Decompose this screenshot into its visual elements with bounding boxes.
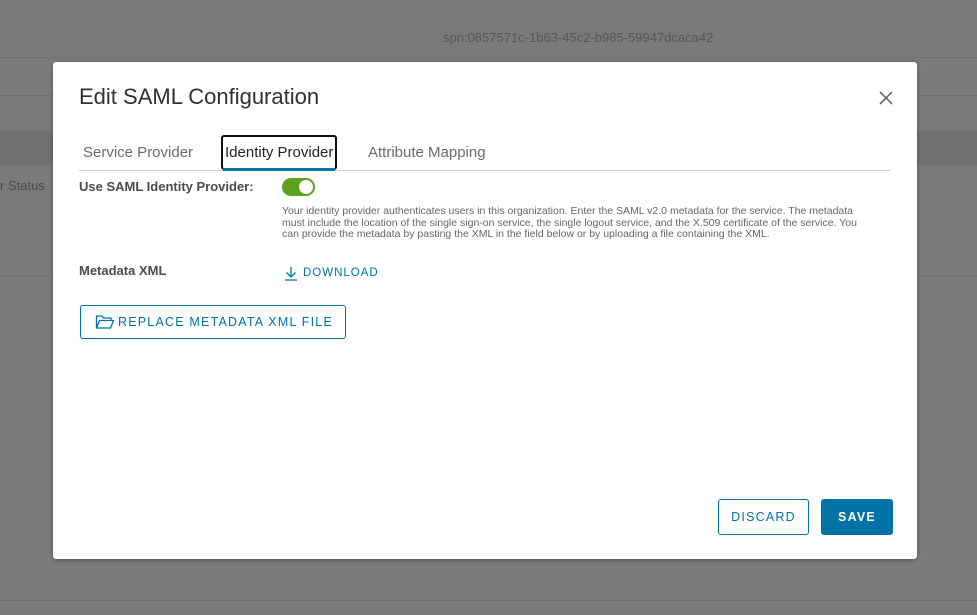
tab-attribute-mapping[interactable]: Attribute Mapping (368, 135, 486, 168)
tab-identity-provider[interactable]: Identity Provider (221, 135, 338, 171)
use-idp-toggle[interactable] (282, 178, 315, 196)
toggle-knob (299, 180, 313, 194)
save-button[interactable]: SAVE (821, 499, 893, 535)
download-link[interactable]: DOWNLOAD (284, 265, 379, 281)
replace-metadata-button[interactable]: REPLACE METADATA XML FILE (80, 305, 346, 339)
download-icon (285, 266, 297, 281)
metadata-xml-label: Metadata XML (79, 263, 167, 278)
background-status-text: r Status (0, 178, 45, 193)
close-icon[interactable] (877, 89, 895, 107)
tab-service-provider[interactable]: Service Provider (83, 135, 193, 168)
tab-bar: Service Provider Identity Provider Attri… (79, 135, 890, 171)
replace-metadata-label: REPLACE METADATA XML FILE (118, 315, 333, 329)
idp-help-text: Your identity provider authenticates use… (282, 205, 857, 240)
use-idp-label: Use SAML Identity Provider: (79, 179, 254, 194)
background-spn-text: spn:0857571c-1b63-45c2-b985-59947dcaca42 (443, 30, 714, 45)
folder-open-icon (95, 315, 115, 329)
discard-button[interactable]: DISCARD (718, 499, 809, 535)
edit-saml-dialog: Edit SAML Configuration Service Provider… (53, 62, 917, 559)
background-row (0, 570, 977, 601)
dialog-title: Edit SAML Configuration (79, 84, 320, 109)
download-label: DOWNLOAD (303, 267, 379, 279)
